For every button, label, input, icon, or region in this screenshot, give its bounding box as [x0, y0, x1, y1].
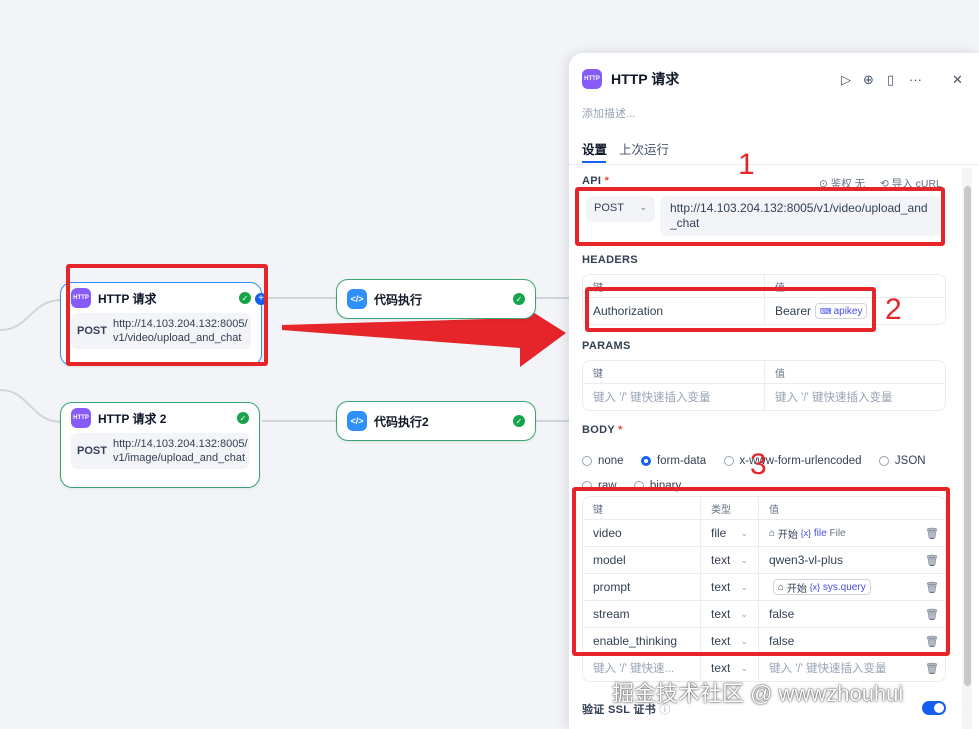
http-icon: HTTP	[582, 69, 602, 89]
panel-scrollbar[interactable]	[962, 168, 972, 729]
book-icon[interactable]: ▯	[887, 72, 894, 88]
radio-none[interactable]: none	[582, 449, 624, 473]
radio-form-data[interactable]: form-data	[640, 449, 706, 473]
node-request-summary: POST http://14.103.204.132:8005/ v1/imag…	[71, 433, 249, 469]
highlight-box-headers	[585, 287, 876, 332]
run-icon[interactable]: ▷	[841, 72, 851, 88]
http-icon: HTTP	[71, 408, 91, 428]
node-code-execution[interactable]: </> 代码执行 ✓	[336, 279, 536, 319]
annotation-number: 3	[750, 448, 767, 481]
col-value: 值	[764, 361, 945, 383]
tab-settings[interactable]: 设置	[582, 139, 607, 158]
watermark: 掘金技术社区 @ wwwzhouhui	[612, 681, 904, 706]
node-title: HTTP 请求 2	[98, 411, 167, 426]
params-section-label: PARAMS	[582, 340, 631, 352]
description-input[interactable]: 添加描述...	[582, 105, 635, 121]
active-tab-indicator	[582, 161, 606, 163]
close-icon[interactable]: ✕	[952, 72, 963, 88]
code-icon: </>	[347, 289, 367, 309]
annotation-number: 2	[885, 293, 902, 326]
api-section-label: API *	[582, 175, 610, 187]
edge-in-1	[0, 299, 63, 331]
delete-row-icon[interactable]: 🗑	[925, 662, 939, 675]
node-method: POST	[77, 445, 107, 457]
node-code-execution-2[interactable]: </> 代码执行2 ✓	[336, 401, 536, 441]
headers-section-label: HEADERS	[582, 254, 638, 266]
tab-last-run[interactable]: 上次运行	[619, 139, 669, 158]
param-value-input[interactable]: 键入 '/' 键快速插入变量	[764, 384, 945, 410]
success-check-icon: ✓	[513, 293, 525, 305]
ssl-toggle[interactable]	[922, 701, 946, 715]
success-check-icon: ✓	[237, 412, 249, 424]
panel-title: HTTP 请求	[611, 71, 680, 87]
target-icon[interactable]: ⊕	[863, 72, 874, 88]
body-section-label: BODY *	[582, 424, 623, 436]
radio-urlencoded[interactable]: x-www-form-urlencoded	[723, 449, 862, 473]
node-http-request-2[interactable]: HTTP HTTP 请求 2 ✓ POST http://14.103.204.…	[60, 402, 260, 488]
highlight-box-node	[66, 264, 268, 366]
radio-json[interactable]: JSON	[878, 449, 926, 473]
node-url: http://14.103.204.132:8005/ v1/image/upl…	[112, 438, 248, 464]
annotation-number: 1	[738, 148, 755, 181]
highlight-box-body	[572, 487, 950, 656]
success-check-icon: ✓	[513, 415, 525, 427]
param-key-input[interactable]: 键入 '/' 键快速插入变量	[583, 384, 764, 410]
col-key: 键	[593, 368, 603, 380]
node-title: 代码执行	[374, 292, 423, 307]
scrollbar-thumb[interactable]	[964, 186, 971, 686]
params-table: 键 值 键入 '/' 键快速插入变量 键入 '/' 键快速插入变量	[582, 360, 946, 411]
highlight-box-api	[575, 187, 945, 246]
edge-in-2	[0, 389, 63, 423]
tab-divider	[569, 164, 979, 165]
code-icon: </>	[347, 411, 367, 431]
more-icon[interactable]: ···	[909, 72, 922, 87]
node-title: 代码执行2	[374, 414, 429, 429]
